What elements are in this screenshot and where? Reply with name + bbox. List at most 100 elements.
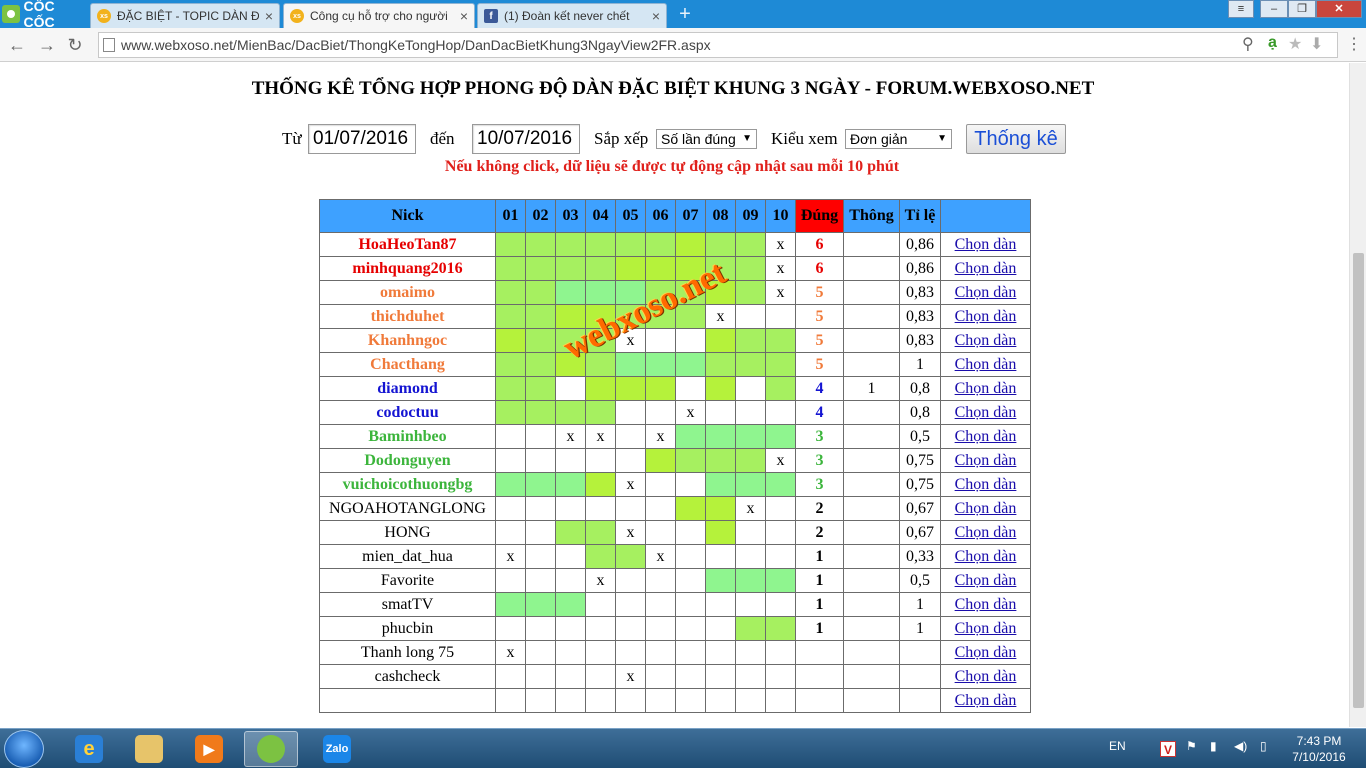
browser-logo[interactable]: CỐC CỐC [2,0,88,30]
choose-dan-link[interactable]: Chọn dàn [955,236,1017,253]
start-button[interactable] [4,730,44,768]
bookmark-star-icon[interactable]: ★ [1288,34,1302,54]
choose-dan-link[interactable]: Chọn dàn [955,308,1017,325]
day-cell [765,424,796,449]
day-cell [645,616,676,641]
day-cell [525,592,556,617]
language-indicator[interactable]: EN [1109,739,1126,753]
choose-dan-link[interactable]: Chọn dàn [955,260,1017,277]
download-icon[interactable]: ⬇ [1310,34,1323,54]
day-cell [585,280,616,305]
day-cell: x [675,400,706,425]
close-icon[interactable]: × [652,8,660,24]
day-cell [525,616,556,641]
header-day: 03 [555,199,586,233]
thong-cell [843,424,900,449]
volume-tray-icon[interactable]: ◀) [1234,739,1247,753]
network-tray-icon[interactable]: ▮ [1210,739,1217,753]
taskbar-ie[interactable]: e [62,731,116,767]
header-action [940,199,1031,233]
taskbar-explorer[interactable] [122,731,176,767]
choose-dan-link[interactable]: Chọn dàn [955,428,1017,445]
tile-cell: 0,75 [899,448,941,473]
choose-dan-link[interactable]: Chọn dàn [955,356,1017,373]
choose-dan-link[interactable]: Chọn dàn [955,500,1017,517]
day-cell [585,448,616,473]
day-cell [645,376,676,401]
choose-dan-link[interactable]: Chọn dàn [955,548,1017,565]
minimize-icon[interactable]: – [1260,0,1288,18]
battery-tray-icon[interactable]: ▯ [1260,739,1267,753]
choose-dan-link[interactable]: Chọn dàn [955,476,1017,493]
sort-select[interactable]: Số lần đúng ▼ [656,129,757,149]
day-cell [615,400,646,425]
tile-cell: 0,83 [899,328,941,353]
day-cell [735,664,766,689]
table-row: smatTV 1 1 Chọn dàn [319,592,1031,617]
choose-dan-link[interactable]: Chọn dàn [955,380,1017,397]
taskbar-coccoc[interactable] [244,731,298,767]
choose-dan-link[interactable]: Chọn dàn [955,668,1017,685]
statistics-button[interactable]: Thống kê [966,124,1066,154]
thong-cell [843,256,900,281]
view-select[interactable]: Đơn giản ▼ [845,129,952,149]
table-row: HONG x 2 0,67 Chọn dàn [319,520,1031,545]
restore-icon[interactable]: ❐ [1288,0,1316,18]
tab-dac-biet[interactable]: xs ĐẶC BIỆT - TOPIC DÀN ĐẶ × [90,3,280,28]
day-cell [585,520,616,545]
scrollbar-thumb[interactable] [1353,253,1364,708]
choose-dan-link[interactable]: Chọn dàn [955,404,1017,421]
choose-dan-link[interactable]: Chọn dàn [955,596,1017,613]
day-cell [645,568,676,593]
choose-dan-link[interactable]: Chọn dàn [955,620,1017,637]
tab-title: Công cụ hỗ trợ cho người [310,9,448,23]
taskbar-zalo[interactable]: Zalo [310,731,364,767]
forward-icon[interactable]: → [36,34,58,56]
day-cell: x [765,280,796,305]
day-cell [585,496,616,521]
zoom-icon[interactable]: ⚲ [1242,34,1254,54]
action-cell: Chọn dàn [940,424,1031,449]
choose-dan-link[interactable]: Chọn dàn [955,572,1017,589]
tab-title: (1) Đoàn kết never chết [504,9,630,23]
day-cell [735,544,766,569]
close-icon[interactable]: × [460,8,468,24]
vietnamese-input-icon[interactable]: ạ [1268,34,1277,52]
action-cell: Chọn dàn [940,328,1031,353]
close-icon[interactable]: × [265,8,273,24]
flag-tray-icon[interactable]: ⚑ [1186,739,1197,753]
system-clock[interactable]: 7:43 PM 7/10/2016 [1286,733,1352,765]
tab-cong-cu[interactable]: xs Công cụ hỗ trợ cho người × [283,3,475,28]
day-cell [735,448,766,473]
new-tab-button[interactable]: + [676,4,694,24]
choose-dan-link[interactable]: Chọn dàn [955,452,1017,469]
thong-cell [843,616,900,641]
url-field[interactable]: www.webxoso.net/MienBac/DacBiet/ThongKeT… [98,32,1338,58]
to-date-input[interactable]: 10/07/2016 [472,124,580,154]
day-cell: x [615,664,646,689]
choose-dan-link[interactable]: Chọn dàn [955,644,1017,661]
choose-dan-link[interactable]: Chọn dàn [955,524,1017,541]
taskbar-media-player[interactable]: ▶ [182,731,236,767]
back-icon[interactable]: ← [6,34,28,56]
choose-dan-link[interactable]: Chọn dàn [955,284,1017,301]
from-date-input[interactable]: 01/07/2016 [308,124,416,154]
settings-icon[interactable]: ⋮ [1346,34,1362,54]
day-cell [735,232,766,257]
thong-cell [843,640,900,665]
window-close-icon[interactable]: ✕ [1316,0,1362,18]
antivirus-tray-icon[interactable]: V [1160,741,1176,757]
nick-cell: Baminhbeo [319,424,496,449]
tile-cell: 0,33 [899,544,941,569]
day-cell [675,448,706,473]
day-cell [645,640,676,665]
menu-icon[interactable]: ≡ [1228,0,1254,18]
choose-dan-link[interactable]: Chọn dàn [955,332,1017,349]
scrollbar[interactable] [1349,63,1366,727]
reload-icon[interactable]: ↻ [64,34,86,56]
nick-cell: diamond [319,376,496,401]
tab-facebook[interactable]: f (1) Đoàn kết never chết × [477,3,667,28]
day-cell [615,688,646,713]
day-cell [525,280,556,305]
choose-dan-link[interactable]: Chọn dàn [955,692,1017,709]
